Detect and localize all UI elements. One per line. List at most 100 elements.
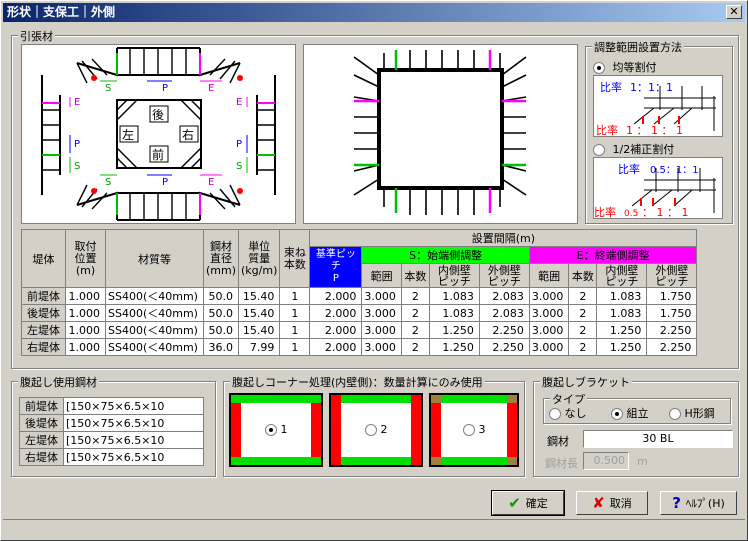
cell-pos[interactable]: 1.000 (65, 287, 106, 305)
radio-corner-3[interactable] (463, 424, 475, 436)
radio-bracket-h[interactable] (669, 408, 681, 420)
cell-e-outer[interactable]: 1.750 (646, 304, 698, 322)
window-title: 形状｜支保工｜外側 (7, 5, 116, 19)
cell-s-range[interactable]: 3.000 (361, 321, 402, 339)
cell-mass[interactable]: 15.40 (238, 287, 281, 305)
cell-pos[interactable]: 1.000 (65, 304, 106, 322)
cell-material[interactable]: SS400(＜40mm) (105, 287, 204, 305)
cell-pos[interactable]: 1.000 (65, 338, 106, 356)
option-even[interactable]: 均等割付 (593, 59, 657, 75)
cell-material[interactable]: SS400(＜40mm) (105, 321, 204, 339)
interval-table-wrap: 堤体 取付 位置 (m) 材質等 鋼材 直径 (mm) 単位 質量 (kg/m)… (21, 229, 698, 356)
bracket-group-label: 腹起しブラケット (540, 374, 632, 390)
radio-corner-2[interactable] (365, 424, 377, 436)
corner-option-2[interactable]: 2 (329, 393, 423, 467)
cell-e-inner[interactable]: 1.250 (596, 321, 648, 339)
radio-even[interactable] (593, 62, 605, 74)
cell-dia[interactable]: 50.0 (202, 287, 240, 305)
cell-pos[interactable]: 1.000 (65, 321, 106, 339)
cell-e-num[interactable]: 2 (568, 304, 598, 322)
cell-pitch[interactable]: 2.000 (309, 304, 363, 322)
cell-mass[interactable]: 15.40 (238, 321, 281, 339)
col-material: 材質等 (105, 229, 204, 288)
cell-s-inner[interactable]: 1.250 (428, 321, 480, 339)
cell-s-num[interactable]: 2 (400, 304, 430, 322)
bracket-type-assembled[interactable]: 組立 (611, 405, 649, 421)
cell-s-num[interactable]: 2 (400, 287, 430, 305)
wale-steel-label: 腹起し使用鋼材 (18, 374, 99, 390)
cell-e-outer[interactable]: 2.250 (646, 338, 698, 356)
col-start-adjust: S：始端側調整 (361, 246, 530, 264)
cell-e-num[interactable]: 2 (568, 287, 598, 305)
cell-e-outer[interactable]: 1.750 (646, 287, 698, 305)
cancel-button[interactable]: ✘ 取消 (576, 491, 648, 515)
p-label: P (236, 139, 242, 150)
corner-option-1[interactable]: 1 (229, 393, 323, 467)
cell-mass[interactable]: 15.40 (238, 304, 281, 322)
cell-count[interactable]: 1 (279, 304, 311, 322)
cell-count[interactable]: 1 (279, 338, 311, 356)
col-count: 束ね 本数 (279, 229, 311, 288)
cell-dia[interactable]: 36.0 (202, 338, 240, 356)
cell-dia[interactable]: 50.0 (202, 321, 240, 339)
p-label: P (162, 83, 168, 94)
corner-option-3[interactable]: 3 (429, 393, 519, 467)
cell-steel[interactable]: [150×75×6.5×10 (63, 431, 204, 449)
cell-steel[interactable]: [150×75×6.5×10 (63, 397, 204, 415)
radio-bracket-none[interactable] (549, 408, 561, 420)
cell-wall: 右堤体 (21, 338, 66, 356)
bracket-length-label: 鋼材長 (545, 457, 578, 470)
cell-s-range[interactable]: 3.000 (361, 304, 402, 322)
col-pos: 取付 位置 (m) (65, 229, 106, 288)
bracket-type-h[interactable]: H形鋼 (669, 405, 715, 421)
option-half[interactable]: 1/2補正割付 (593, 141, 674, 157)
bracket-steel-field[interactable]: 30 BL (583, 430, 733, 448)
cell-pitch[interactable]: 2.000 (309, 338, 363, 356)
cell-dia[interactable]: 50.0 (202, 304, 240, 322)
cell-s-range[interactable]: 3.000 (361, 338, 402, 356)
cell-pitch[interactable]: 2.000 (309, 287, 363, 305)
table-row: 前堤体 1.000 SS400(＜40mm) 50.0 15.40 1 2.00… (21, 287, 698, 305)
cell-wall: 後堤体 (19, 414, 64, 432)
cell-mass[interactable]: 7.99 (238, 338, 281, 356)
cell-e-range[interactable]: 3.000 (528, 287, 570, 305)
close-button[interactable]: ✕ (726, 5, 742, 19)
bracket-length-field[interactable]: 0.500 (583, 452, 629, 470)
cell-e-range[interactable]: 3.000 (528, 304, 570, 322)
cell-s-outer[interactable]: 2.250 (478, 321, 530, 339)
cell-s-outer[interactable]: 2.083 (478, 304, 530, 322)
ratio-label-bottom2: 比率 (594, 205, 616, 218)
cell-e-outer[interactable]: 2.250 (646, 321, 698, 339)
cell-s-inner[interactable]: 1.250 (428, 338, 480, 356)
cell-s-num[interactable]: 2 (400, 321, 430, 339)
cell-e-range[interactable]: 3.000 (528, 321, 570, 339)
cell-count[interactable]: 1 (279, 287, 311, 305)
e-label: E (208, 83, 214, 94)
cell-s-num[interactable]: 2 (400, 338, 430, 356)
corner-option-1-label: 1 (280, 423, 288, 436)
radio-half[interactable] (593, 144, 605, 156)
ok-button[interactable]: ✔ 確定 (491, 490, 565, 516)
cell-s-range[interactable]: 3.000 (361, 287, 402, 305)
cell-s-inner[interactable]: 1.083 (428, 287, 480, 305)
cell-e-inner[interactable]: 1.083 (596, 304, 648, 322)
cell-steel[interactable]: [150×75×6.5×10 (63, 448, 204, 466)
cell-e-range[interactable]: 3.000 (528, 338, 570, 356)
cell-pitch[interactable]: 2.000 (309, 321, 363, 339)
cell-s-outer[interactable]: 2.083 (478, 287, 530, 305)
cell-material[interactable]: SS400(＜40mm) (105, 304, 204, 322)
radio-corner-1[interactable] (265, 424, 277, 436)
bracket-type-h-label: H形鋼 (684, 407, 715, 420)
cell-material[interactable]: SS400(＜40mm) (105, 338, 204, 356)
help-button[interactable]: ? ﾍﾙﾌﾟ(H) (660, 491, 737, 515)
bracket-type-none[interactable]: なし (549, 405, 587, 421)
cell-e-inner[interactable]: 1.250 (596, 338, 648, 356)
cell-s-inner[interactable]: 1.083 (428, 304, 480, 322)
cell-e-num[interactable]: 2 (568, 321, 598, 339)
radio-bracket-assembled[interactable] (611, 408, 623, 420)
cell-steel[interactable]: [150×75×6.5×10 (63, 414, 204, 432)
cell-e-num[interactable]: 2 (568, 338, 598, 356)
cell-e-inner[interactable]: 1.083 (596, 287, 648, 305)
cell-count[interactable]: 1 (279, 321, 311, 339)
cell-s-outer[interactable]: 2.250 (478, 338, 530, 356)
